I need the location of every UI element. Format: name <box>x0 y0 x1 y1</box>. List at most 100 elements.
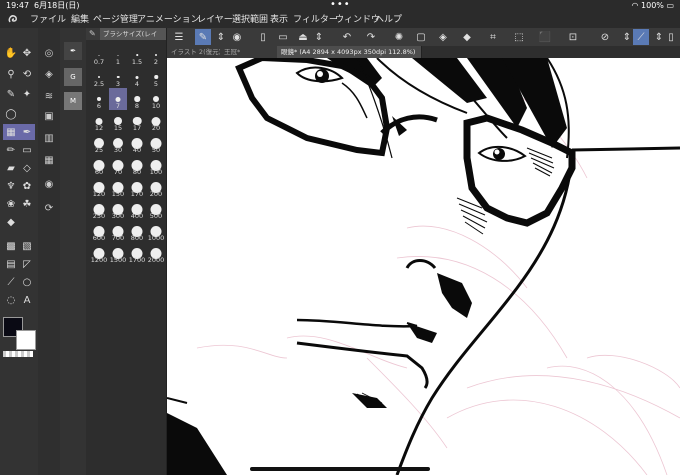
chevron-updown-icon-2[interactable]: ⇕ <box>311 29 327 45</box>
pen-subtool-icon[interactable]: ✒ <box>64 42 82 60</box>
brush-size-option[interactable]: 250 <box>90 198 108 220</box>
select-layer-icon[interactable]: ▦ <box>3 124 19 140</box>
navigator-icon[interactable]: ▣ <box>41 108 57 124</box>
smudge-icon[interactable]: ☘ <box>19 196 35 212</box>
brush-size-option[interactable]: 80 <box>128 154 146 176</box>
gradient-icon[interactable]: ▩ <box>3 238 19 254</box>
brush-size-option[interactable]: 1.5 <box>128 44 146 66</box>
brush-size-option[interactable]: 170 <box>128 176 146 198</box>
layer-property-icon[interactable]: ◈ <box>41 66 57 82</box>
rotate-icon[interactable]: ⟲ <box>19 66 35 82</box>
brush-size-option[interactable]: 1500 <box>109 242 127 264</box>
menu-window[interactable]: ウィンドウ <box>335 12 380 28</box>
pencil-icon[interactable]: ✏ <box>3 142 19 158</box>
balloon-icon[interactable]: ◌ <box>3 292 19 308</box>
undo-icon[interactable]: ↶ <box>339 29 355 45</box>
brush-size-option[interactable]: 1000 <box>147 220 165 242</box>
brush-size-option[interactable]: 50 <box>147 132 165 154</box>
brush-size-option[interactable]: 300 <box>109 198 127 220</box>
pen-tool-icon[interactable]: ✒ <box>19 124 35 140</box>
brush-size-option[interactable]: 7 <box>109 88 127 110</box>
brush-panel-grip-icon[interactable]: ✎ <box>89 29 96 38</box>
brush-size-option[interactable]: 6 <box>90 88 108 110</box>
mapping-pen-subtool-icon[interactable]: M <box>64 92 82 110</box>
brush-size-option[interactable]: 1700 <box>128 242 146 264</box>
blend-icon[interactable]: ❀ <box>3 196 19 212</box>
brush-panel-title[interactable]: ブラシサイズ(レイ <box>100 28 166 40</box>
save-icon[interactable]: ⏏ <box>295 29 311 45</box>
zoom-icon[interactable]: ⚲ <box>3 66 19 82</box>
tab-illust[interactable]: イラスト 2(復元) <box>167 46 224 58</box>
move-hand-icon[interactable]: ✋ <box>3 45 19 61</box>
crop-icon[interactable]: ⊡ <box>565 29 581 45</box>
frame-icon[interactable]: ▤ <box>3 256 19 272</box>
menu-file[interactable]: ファイル <box>30 12 66 28</box>
brush-size-option[interactable]: 800 <box>128 220 146 242</box>
circle-icon[interactable]: ○ <box>19 274 35 290</box>
companion-mode-icon[interactable]: ◉ <box>229 29 245 45</box>
fill-icon[interactable]: ◈ <box>435 29 451 45</box>
brush-size-option[interactable]: 120 <box>90 176 108 198</box>
brush-size-option[interactable]: 0.7 <box>90 44 108 66</box>
transform-icon[interactable]: ⌗ <box>485 29 501 45</box>
lasso-icon[interactable]: ◯ <box>3 106 19 122</box>
brush-size-option[interactable]: 17 <box>128 110 146 132</box>
chevron-updown-icon[interactable]: ⇕ <box>213 29 229 45</box>
edit-canvas-icon[interactable]: ✎ <box>195 29 211 45</box>
invert-selection-icon[interactable]: ⬛ <box>537 29 553 45</box>
text-icon[interactable]: A <box>19 292 35 308</box>
color-wheel-icon[interactable]: ◉ <box>41 176 57 192</box>
menu-view[interactable]: 表示 <box>270 12 288 28</box>
timeline-icon[interactable]: ▦ <box>41 152 57 168</box>
brush-size-option[interactable]: 2.5 <box>90 66 108 88</box>
brush-size-option[interactable]: 400 <box>128 198 146 220</box>
device-settings-icon[interactable]: ▯ <box>663 29 679 45</box>
brush-size-option[interactable]: 25 <box>90 132 108 154</box>
transparent-color-swatch[interactable] <box>3 351 33 357</box>
airbrush-icon[interactable]: ♆ <box>3 178 19 194</box>
move-icon[interactable]: ✥ <box>19 45 35 61</box>
magic-wand-icon[interactable]: ✦ <box>19 86 35 102</box>
eyedropper-icon[interactable]: ✎ <box>3 86 19 102</box>
tab-glasses[interactable]: 眼鏡* (A4 2894 x 4093px 350dpi 112.8%) <box>277 46 422 58</box>
menu-page[interactable]: ページ管理 <box>93 12 138 28</box>
home-indicator[interactable] <box>250 467 430 471</box>
snap-ruler-icon[interactable]: ⟋ <box>633 29 649 45</box>
layers-icon[interactable]: ≋ <box>41 88 57 104</box>
brush-size-option[interactable]: 70 <box>109 154 127 176</box>
new-file-icon[interactable]: ▯ <box>255 29 271 45</box>
clear-icon[interactable]: ▢ <box>413 29 429 45</box>
tab-crown[interactable]: 王冠* <box>220 46 281 58</box>
menu-filter[interactable]: フィルター <box>293 12 338 28</box>
menu-layer[interactable]: レイヤー <box>197 12 233 28</box>
brush-size-option[interactable]: 12 <box>90 110 108 132</box>
multitask-dots-icon[interactable]: ••• <box>330 0 351 10</box>
background-color-swatch[interactable] <box>16 330 36 350</box>
deselect-icon[interactable]: ⬚ <box>511 29 527 45</box>
ruler-icon[interactable]: ◸ <box>19 256 35 272</box>
brush-size-option[interactable]: 100 <box>147 154 165 176</box>
clip-studio-logo-icon[interactable] <box>7 14 19 26</box>
brush-size-option[interactable]: 40 <box>128 132 146 154</box>
drawing-canvas[interactable] <box>167 58 680 475</box>
brush-size-option[interactable]: 10 <box>147 88 165 110</box>
menu-animation[interactable]: アニメーション <box>137 12 200 28</box>
brush-size-option[interactable]: 200 <box>147 176 165 198</box>
marker-icon[interactable]: ▭ <box>19 142 35 158</box>
brush-size-option[interactable]: 30 <box>109 132 127 154</box>
menu-selection[interactable]: 選択範囲 <box>232 12 268 28</box>
open-folder-icon[interactable]: ▭ <box>275 29 291 45</box>
brush-size-option[interactable]: 4 <box>128 66 146 88</box>
brush-icon[interactable]: ▰ <box>3 160 19 176</box>
menu-edit[interactable]: 編集 <box>71 12 89 28</box>
brush-size-option[interactable]: 2 <box>147 44 165 66</box>
line-icon[interactable]: ⟋ <box>3 274 19 290</box>
brush-size-option[interactable]: 3 <box>109 66 127 88</box>
brush-size-option[interactable]: 20 <box>147 110 165 132</box>
bucket-icon[interactable]: ◆ <box>459 29 475 45</box>
loading-icon[interactable]: ✺ <box>391 29 407 45</box>
history-icon[interactable]: ⟳ <box>41 200 57 216</box>
ruler-disabled-icon[interactable]: ⊘ <box>597 29 613 45</box>
brush-size-option[interactable]: 8 <box>128 88 146 110</box>
brush-size-option[interactable]: 150 <box>109 176 127 198</box>
